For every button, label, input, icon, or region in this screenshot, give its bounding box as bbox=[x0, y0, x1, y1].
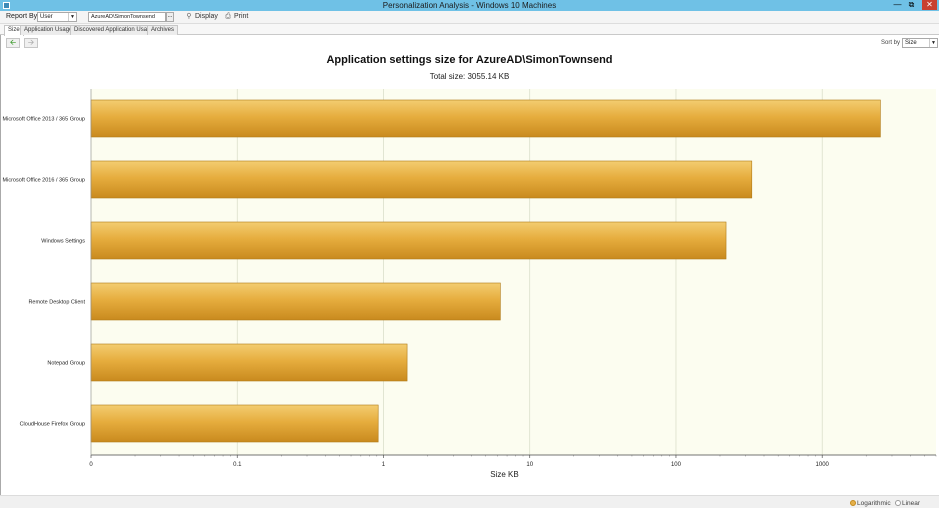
tab-discovered-application-usage[interactable]: Discovered Application Usage bbox=[70, 25, 158, 35]
display-label: Display bbox=[194, 13, 218, 20]
x-tick-label: 1 bbox=[382, 462, 386, 468]
category-label: CloudHouse Firefox Group bbox=[20, 422, 85, 428]
bar bbox=[90, 404, 379, 443]
chevron-down-icon: ▼ bbox=[68, 13, 76, 21]
user-value: AzureAD\SimonTownsend bbox=[91, 14, 155, 20]
toolbar: Report By User ▼ AzureAD\SimonTownsend .… bbox=[0, 11, 939, 24]
logarithmic-radio[interactable]: Logarithmic bbox=[850, 500, 891, 507]
linear-label: Linear bbox=[902, 500, 921, 507]
category-label: Microsoft Office 2016 / 365 Group bbox=[3, 178, 85, 184]
category-label: Microsoft Office 2013 / 365 Group bbox=[3, 117, 85, 123]
radio-dot-icon bbox=[850, 500, 856, 506]
nav-bar: 🡨 🡪 Sort by Size ▼ bbox=[0, 35, 939, 50]
report-by-value: User bbox=[40, 14, 53, 20]
sort-by-label: Sort by bbox=[880, 40, 900, 46]
x-tick-label: 0.1 bbox=[233, 462, 242, 468]
bar bbox=[90, 160, 753, 199]
x-tick-label: 10 bbox=[526, 462, 533, 468]
category-label: Notepad Group bbox=[47, 361, 85, 367]
report-by-select[interactable]: User ▼ bbox=[37, 12, 77, 22]
radio-dot-icon bbox=[895, 500, 901, 506]
bar bbox=[90, 343, 408, 382]
sort-by-select[interactable]: Size ▼ bbox=[902, 38, 938, 48]
browse-button[interactable]: ... bbox=[166, 12, 174, 22]
minimize-icon[interactable]: — bbox=[892, 0, 903, 10]
sort-by-value: Size bbox=[905, 40, 917, 46]
category-label: Remote Desktop Client bbox=[28, 300, 85, 306]
logarithmic-label: Logarithmic bbox=[857, 500, 891, 507]
forward-arrow-icon[interactable]: 🡪 bbox=[24, 38, 38, 48]
print-button[interactable]: ⎙ Print bbox=[224, 12, 248, 22]
tab-strip: Size Application Usage Discovered Applic… bbox=[0, 24, 939, 36]
bar bbox=[90, 282, 501, 321]
x-axis-label: Size KB bbox=[490, 470, 518, 479]
bar-chart: Microsoft Office 2013 / 365 Group Microso… bbox=[3, 89, 937, 479]
x-tick-label: 100 bbox=[671, 462, 682, 468]
chevron-down-icon: ▼ bbox=[929, 39, 937, 47]
user-input[interactable]: AzureAD\SimonTownsend bbox=[88, 12, 166, 22]
back-arrow-icon[interactable]: 🡨 bbox=[6, 38, 20, 48]
report-by-label: Report By bbox=[6, 13, 38, 20]
tab-application-usage[interactable]: Application Usage bbox=[20, 25, 77, 35]
tab-archives[interactable]: Archives bbox=[147, 25, 179, 35]
restore-icon[interactable]: ⧉ bbox=[906, 0, 917, 10]
status-bar: Logarithmic Linear bbox=[0, 495, 939, 508]
display-button[interactable]: ⚲ Display bbox=[185, 12, 218, 22]
magnifier-icon: ⚲ bbox=[186, 13, 192, 20]
category-label: Windows Settings bbox=[41, 239, 85, 245]
window-title: Personalization Analysis - Windows 10 Ma… bbox=[382, 1, 557, 10]
printer-icon: ⎙ bbox=[225, 13, 231, 20]
close-icon[interactable]: ✕ bbox=[922, 0, 937, 10]
linear-radio[interactable]: Linear bbox=[895, 500, 920, 507]
chart-title: Application settings size for AzureAD\Si… bbox=[326, 54, 613, 66]
title-bar: Personalization Analysis - Windows 10 Ma… bbox=[0, 0, 939, 11]
x-tick-label: 0 bbox=[89, 462, 93, 468]
plot-area bbox=[91, 89, 936, 455]
bar bbox=[90, 99, 881, 138]
x-tick-label: 1000 bbox=[816, 462, 830, 468]
print-label: Print bbox=[233, 13, 249, 20]
bar bbox=[90, 221, 727, 260]
